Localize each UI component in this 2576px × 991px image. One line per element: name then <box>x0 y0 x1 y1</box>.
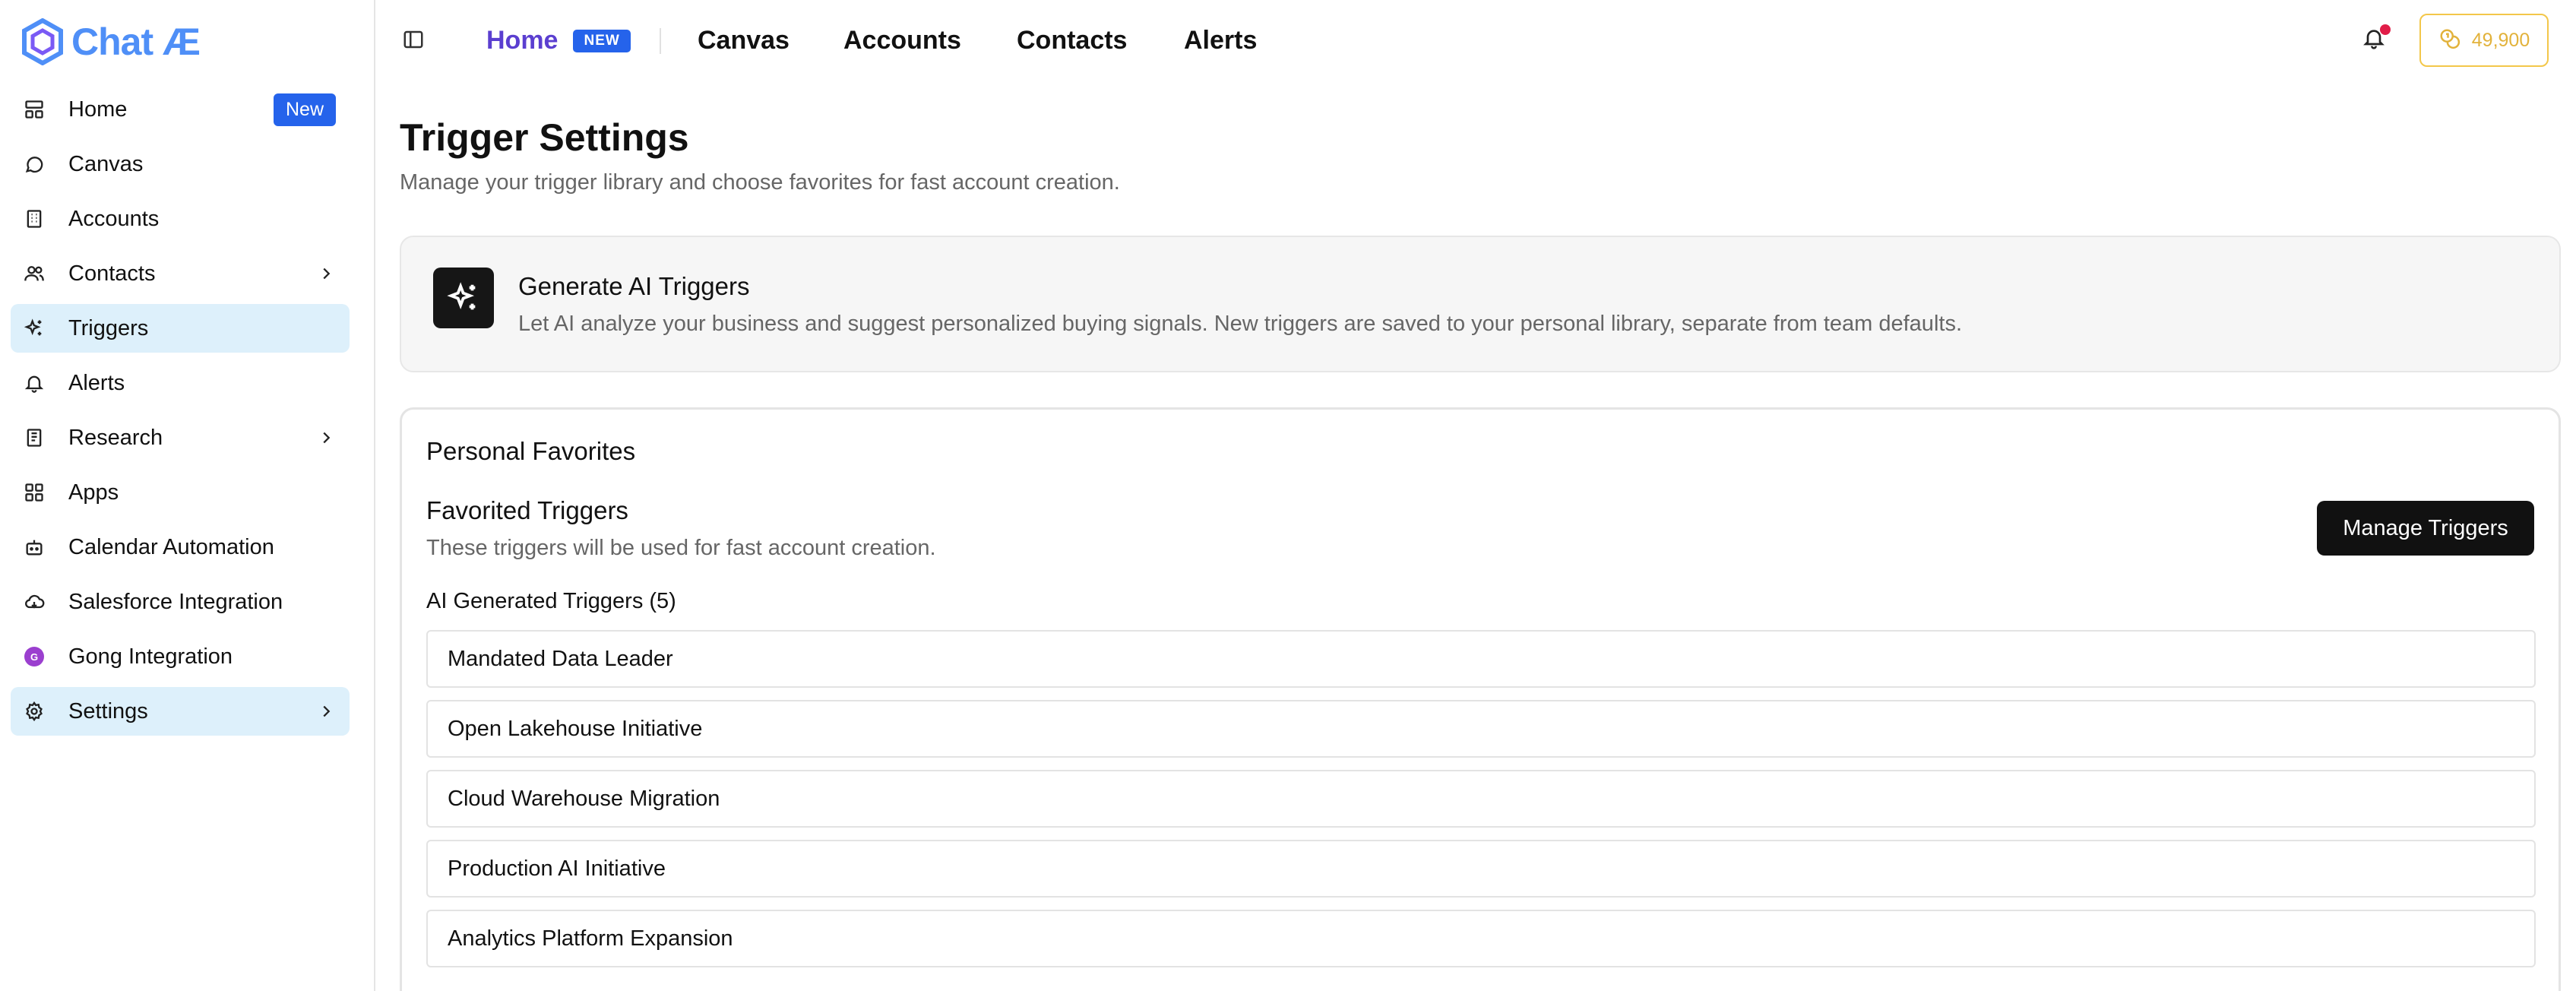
notifications-button[interactable] <box>2357 23 2391 56</box>
sidebar-item-label: Home <box>68 97 128 122</box>
sidebar-item-label: Apps <box>68 480 119 505</box>
trigger-item[interactable]: Production AI Initiative <box>426 840 2536 898</box>
chevron-right-icon <box>316 701 336 721</box>
users-icon <box>23 262 46 285</box>
new-badge: New <box>273 93 336 126</box>
sidebar-item-settings[interactable]: Settings <box>11 687 350 736</box>
sidebar-item-canvas[interactable]: Canvas <box>11 140 350 188</box>
sparkles-icon <box>433 268 494 328</box>
personal-favorites-card: Personal Favorites Favorited Triggers Th… <box>400 407 2561 991</box>
sidebar-item-alerts[interactable]: Alerts <box>11 359 350 407</box>
sidebar-item-label: Alerts <box>68 370 125 395</box>
sidebar-item-label: Settings <box>68 698 148 723</box>
sidebar-item-label: Calendar Automation <box>68 534 274 559</box>
hexagon-logo-icon <box>21 18 64 65</box>
gong-icon-wrapper: G <box>23 645 46 668</box>
cloud-icon <box>23 590 46 613</box>
sidebar-item-label: Contacts <box>68 261 156 286</box>
app-logo[interactable]: Chat Æ <box>21 17 201 67</box>
top-nav-canvas[interactable]: Canvas <box>698 26 790 55</box>
top-bar: Home NEW Canvas Accounts Contacts Alerts… <box>377 0 2576 82</box>
building-icon <box>23 207 46 230</box>
sidebar-item-contacts[interactable]: Contacts <box>11 249 350 298</box>
sidebar-item-label: Accounts <box>68 206 160 231</box>
ai-card-title: Generate AI Triggers <box>518 272 750 300</box>
page-subtitle: Manage your trigger library and choose f… <box>400 170 1120 195</box>
sidebar-item-label: Salesforce Integration <box>68 589 283 614</box>
sidebar-item-apps[interactable]: Apps <box>11 468 350 517</box>
bell-icon <box>23 372 46 394</box>
sidebar-item-label: Gong Integration <box>68 644 233 669</box>
sidebar-item-home[interactable]: Home New <box>11 85 350 134</box>
generate-ai-triggers-card[interactable]: Generate AI Triggers Let AI analyze your… <box>400 236 2561 372</box>
logo-text: Chat Æ <box>71 21 201 63</box>
layout-icon <box>23 98 46 121</box>
sidebar-item-research[interactable]: Research <box>11 413 350 462</box>
bot-icon <box>23 536 46 559</box>
trigger-item[interactable]: Cloud Warehouse Migration <box>426 770 2536 828</box>
ai-generated-group-label: AI Generated Triggers (5) <box>426 589 676 613</box>
sidebar: Chat Æ Home New Canvas Accounts Contacts… <box>0 0 375 991</box>
notification-dot <box>2380 24 2391 35</box>
sidebar-nav: Home New Canvas Accounts Contacts Trigge… <box>11 85 350 742</box>
sidebar-item-triggers[interactable]: Triggers <box>11 304 350 353</box>
gong-logo-icon: G <box>24 647 44 666</box>
gear-icon <box>23 700 46 723</box>
sidebar-item-label: Research <box>68 425 163 450</box>
sidebar-item-salesforce-integration[interactable]: Salesforce Integration <box>11 578 350 626</box>
page-title: Trigger Settings <box>400 116 689 159</box>
trigger-item[interactable]: Mandated Data Leader <box>426 630 2536 688</box>
sidebar-toggle-button[interactable] <box>400 27 427 55</box>
credits-button[interactable]: 49,900 <box>2419 14 2549 67</box>
trigger-item[interactable]: Open Lakehouse Initiative <box>426 700 2536 758</box>
top-nav-accounts[interactable]: Accounts <box>843 26 961 55</box>
sidebar-item-calendar-automation[interactable]: Calendar Automation <box>11 523 350 571</box>
top-nav-alerts[interactable]: Alerts <box>1184 26 1257 55</box>
sidebar-item-gong-integration[interactable]: G Gong Integration <box>11 632 350 681</box>
top-nav-divider <box>660 28 661 54</box>
book-icon <box>23 426 46 449</box>
top-nav-home[interactable]: Home NEW <box>486 26 631 55</box>
top-nav-contacts[interactable]: Contacts <box>1017 26 1127 55</box>
chevron-right-icon <box>316 428 336 448</box>
trigger-list: Mandated Data Leader Open Lakehouse Init… <box>426 630 2536 980</box>
manage-triggers-button[interactable]: Manage Triggers <box>2317 501 2534 556</box>
new-badge: NEW <box>573 29 631 52</box>
chevron-right-icon <box>316 264 336 283</box>
favorited-triggers-title: Favorited Triggers <box>426 496 628 524</box>
credits-value: 49,900 <box>2471 29 2530 51</box>
grid-icon <box>23 481 46 504</box>
favorites-heading: Personal Favorites <box>426 437 636 465</box>
ai-card-description: Let AI analyze your business and suggest… <box>518 312 1962 336</box>
chat-bubble-icon <box>23 153 46 176</box>
coins-icon <box>2438 27 2461 54</box>
trigger-item[interactable]: Analytics Platform Expansion <box>426 910 2536 967</box>
sidebar-item-label: Canvas <box>68 151 144 176</box>
sidebar-item-label: Triggers <box>68 315 149 340</box>
sparkles-icon <box>23 317 46 340</box>
panel-left-icon <box>402 28 425 55</box>
favorited-triggers-description: These triggers will be used for fast acc… <box>426 536 936 560</box>
top-nav-home-label: Home <box>486 26 559 55</box>
sidebar-item-accounts[interactable]: Accounts <box>11 195 350 243</box>
